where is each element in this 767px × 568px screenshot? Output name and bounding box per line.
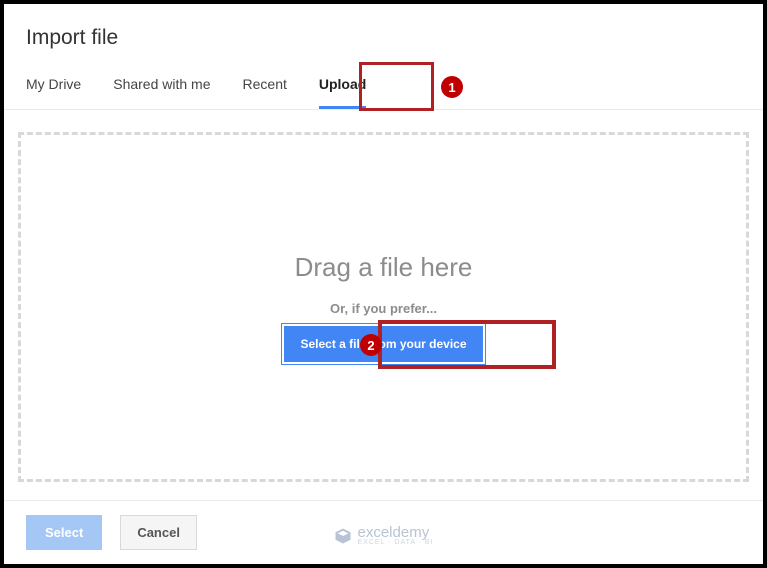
tab-shared-with-me[interactable]: Shared with me xyxy=(113,68,210,109)
cancel-button[interactable]: Cancel xyxy=(120,515,197,550)
drag-file-text: Drag a file here xyxy=(295,252,473,283)
tabs: My Drive Shared with me Recent Upload xyxy=(4,68,763,110)
dialog-footer: Select Cancel xyxy=(4,500,763,564)
select-file-from-device-button[interactable]: Select a file from your device xyxy=(284,326,482,362)
tab-recent[interactable]: Recent xyxy=(243,68,287,109)
tab-upload[interactable]: Upload xyxy=(319,68,366,109)
tab-my-drive[interactable]: My Drive xyxy=(26,68,81,109)
dialog-title: Import file xyxy=(4,4,763,68)
select-button[interactable]: Select xyxy=(26,515,102,550)
or-prefer-text: Or, if you prefer... xyxy=(330,301,437,316)
upload-dropzone[interactable]: Drag a file here Or, if you prefer... Se… xyxy=(18,132,749,482)
